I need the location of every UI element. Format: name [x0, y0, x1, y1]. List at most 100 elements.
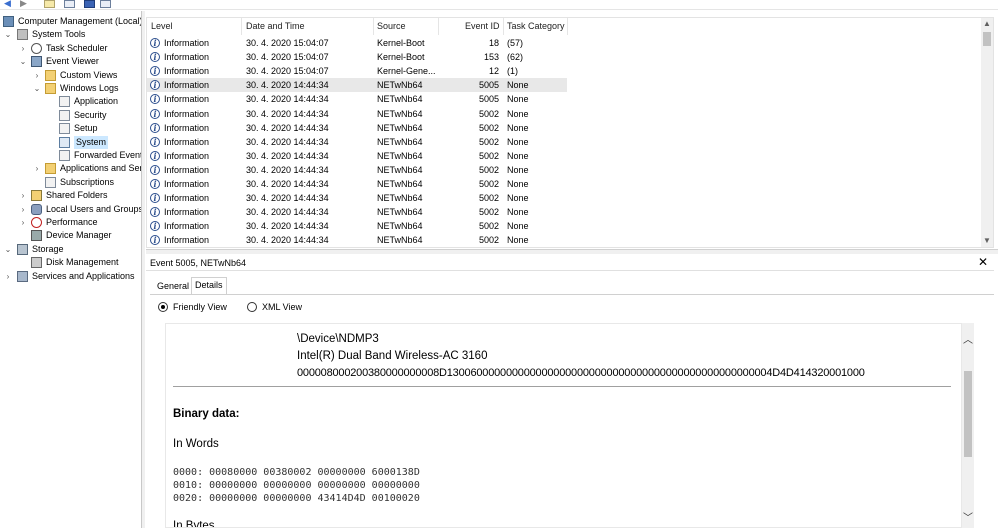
words-line: 0000: 00080000 00380002 00000000 6000138…	[173, 467, 420, 478]
chevron-right-icon[interactable]: ›	[33, 69, 41, 82]
cell-datetime: 30. 4. 2020 14:44:34	[246, 179, 329, 189]
event-row[interactable]: iInformation30. 4. 2020 14:44:34NETwNb64…	[147, 78, 567, 93]
column-separator[interactable]	[373, 18, 374, 35]
tree-item[interactable]: › Applications and Services Logs	[0, 162, 141, 175]
binary-data-heading: Binary data:	[173, 408, 240, 420]
tree-item[interactable]: ⌄ Windows Logs	[0, 82, 141, 95]
tab-general[interactable]: General	[154, 279, 192, 294]
toolbar-help-icon[interactable]	[84, 0, 95, 8]
column-header-level[interactable]: Level	[151, 21, 173, 31]
information-icon: i	[150, 66, 160, 77]
folder-icon	[45, 163, 56, 175]
cell-category: None	[507, 248, 565, 249]
vertical-splitter[interactable]	[141, 11, 145, 528]
cell-datetime: 30. 4. 2020 14:44:34	[246, 207, 329, 218]
tree-item[interactable]: Computer Management (Local)	[0, 15, 141, 28]
forward-arrow-icon[interactable]: ▶	[20, 0, 31, 8]
event-row[interactable]: iInformation30. 4. 2020 14:44:34NETwNb64…	[147, 135, 567, 149]
tree-item[interactable]: Forwarded Events	[0, 149, 141, 162]
toolbar-properties-icon[interactable]	[64, 0, 75, 8]
back-arrow-icon[interactable]: ◀	[4, 0, 15, 8]
tree-item[interactable]: › Local Users and Groups	[0, 203, 141, 216]
detail-tabs: General Details	[146, 271, 994, 295]
cell-event-id: 5005	[478, 94, 499, 105]
chevron-right-icon[interactable]: ›	[19, 216, 27, 229]
column-header-task-category[interactable]: Task Category	[507, 21, 565, 31]
tree-item[interactable]: › Task Scheduler	[0, 42, 141, 55]
event-row[interactable]: iInformation30. 4. 2020 14:44:34NETwNb64…	[147, 107, 567, 121]
event-row[interactable]: iInformation30. 4. 2020 14:44:34NETwNb64…	[147, 233, 567, 247]
in-words-label: In Words	[173, 438, 219, 450]
column-separator[interactable]	[503, 18, 504, 35]
cell-source: NETwNb64	[377, 248, 435, 249]
chevron-down-icon[interactable]: ⌄	[33, 82, 41, 95]
details-scrollbar[interactable]: ︿ ﹀	[962, 323, 974, 528]
chevron-down-icon[interactable]: ﹀	[962, 509, 974, 524]
column-header-source[interactable]: Source	[377, 21, 406, 31]
scroll-thumb[interactable]	[983, 32, 991, 46]
cell-level: Information	[164, 207, 210, 218]
event-row[interactable]: iInformation30. 4. 2020 14:44:34NETwNb64…	[147, 177, 567, 191]
event-row[interactable]: iInformation30. 4. 2020 14:44:34NETwNb64…	[147, 191, 567, 205]
chevron-right-icon[interactable]: ›	[19, 203, 27, 216]
friendly-view-label[interactable]: Friendly View	[173, 302, 227, 313]
column-separator[interactable]	[438, 18, 439, 35]
tree-item[interactable]: ⌄ Event Viewer	[0, 55, 141, 68]
tree-item[interactable]: System	[0, 135, 141, 149]
chevron-up-icon[interactable]: ︿	[962, 331, 974, 346]
details-scroll-thumb[interactable]	[964, 371, 972, 457]
event-row[interactable]: iInformation30. 4. 2020 14:44:34NETwNb64…	[147, 163, 567, 177]
friendly-view-radio[interactable]	[158, 302, 168, 312]
tab-details[interactable]: Details	[191, 277, 227, 294]
tree-item-label: Application	[74, 96, 119, 107]
event-row[interactable]: iInformation30. 4. 2020 14:44:34NETwNb64…	[147, 92, 567, 106]
chevron-right-icon[interactable]: ›	[4, 270, 12, 283]
chevron-right-icon[interactable]: ›	[19, 189, 27, 202]
tree-item[interactable]: Setup	[0, 122, 141, 135]
chevron-right-icon[interactable]: ›	[19, 42, 27, 55]
tree-item[interactable]: ⌄ Storage	[0, 243, 141, 256]
scroll-up-icon[interactable]: ▲	[981, 18, 993, 30]
column-header-datetime[interactable]: Date and Time	[246, 21, 305, 31]
event-row[interactable]: i Information 30. 4. 2020 15:04:07 Kernel-B…	[147, 50, 567, 64]
tree-item[interactable]: › Custom Views	[0, 69, 141, 82]
column-separator[interactable]	[241, 18, 242, 35]
tree-item[interactable]: Application	[0, 95, 141, 108]
tree-item[interactable]: Subscriptions	[0, 176, 141, 189]
event-row[interactable]: iInformation30. 4. 2020 14:44:34NETwNb64…	[147, 149, 567, 163]
event-row[interactable]: iInformation30. 4. 2020 14:44:34NETwNb64…	[147, 205, 567, 219]
event-row[interactable]: iInformation30. 4. 2020 14:44:34NETwNb64…	[147, 219, 567, 233]
scroll-down-icon[interactable]: ▼	[981, 235, 993, 247]
cell-datetime: 30. 4. 2020 14:44:34	[246, 136, 329, 147]
users-icon	[31, 203, 42, 215]
cell-level: Information	[164, 248, 244, 249]
tree-item[interactable]: › Performance	[0, 216, 141, 229]
list-scrollbar[interactable]: ▲ ▼	[981, 18, 993, 247]
cell-level: Information	[164, 52, 210, 63]
tree-item[interactable]: Device Manager	[0, 229, 141, 242]
tree-item[interactable]: Security	[0, 109, 141, 122]
chevron-right-icon[interactable]: ›	[33, 162, 41, 175]
cell-category: None	[507, 179, 529, 189]
chevron-down-icon[interactable]: ⌄	[4, 243, 12, 256]
toolbar-folder-icon[interactable]	[44, 0, 55, 8]
column-header-event-id[interactable]: Event ID	[465, 21, 500, 31]
tree-item[interactable]: Disk Management	[0, 256, 141, 269]
tree-item[interactable]: › Services and Applications	[0, 270, 141, 283]
chevron-down-icon[interactable]: ⌄	[4, 28, 12, 41]
event-row[interactable]: iInformation30. 4. 2020 14:44:34NETwNb64…	[147, 121, 567, 135]
xml-view-radio[interactable]	[247, 302, 257, 312]
tree-item[interactable]: ⌄ System Tools	[0, 28, 141, 41]
column-separator[interactable]	[567, 18, 568, 35]
chevron-down-icon[interactable]: ⌄	[19, 55, 27, 68]
close-icon[interactable]: ✕	[978, 255, 988, 269]
event-row[interactable]: i Information 30. 4. 2020 15:04:07 Kernel-B…	[147, 36, 567, 50]
event-row[interactable]: i Information 30. 4. 2020 15:04:07 Kernel-G…	[147, 64, 567, 78]
adapter-name: Intel(R) Dual Band Wireless-AC 3160	[297, 350, 488, 362]
tree-item[interactable]: › Shared Folders	[0, 189, 141, 202]
cell-event-id: 5002	[478, 179, 499, 189]
event-row[interactable]: iInformation30. 4. 2020 14:44:34NETwNb64…	[147, 248, 567, 249]
xml-view-label[interactable]: XML View	[262, 302, 302, 313]
toolbar-view-icon[interactable]	[100, 0, 111, 8]
tree-item-label: Services and Applications	[32, 270, 135, 281]
